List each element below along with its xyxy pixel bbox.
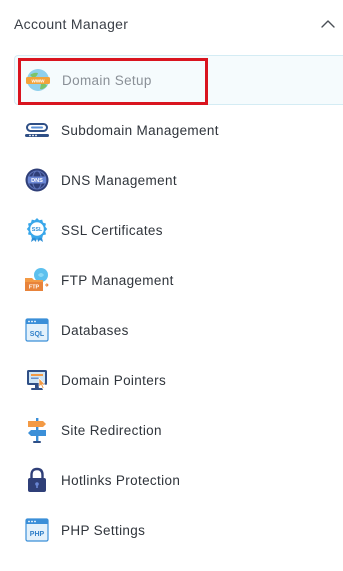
menu-item-label: SSL Certificates (61, 222, 163, 238)
menu-item-site-redirection[interactable]: Site Redirection (14, 405, 343, 455)
padlock-icon (28, 467, 46, 492)
subdomain-link-icon (25, 123, 49, 137)
menu-item-ssl-certificates[interactable]: SSL SSL Certificates (14, 205, 343, 255)
menu-item-php-settings[interactable]: PHP PHP Settings (14, 505, 343, 555)
svg-text:SQL: SQL (30, 331, 45, 338)
menu-item-domain-pointers[interactable]: Domain Pointers (14, 355, 343, 405)
svg-text:FTP: FTP (29, 285, 40, 291)
dns-globe-icon: DNS (25, 168, 49, 192)
svg-text:PHP: PHP (30, 531, 45, 538)
account-manager-menu: www Domain Setup Subdomain Management DN… (14, 55, 343, 555)
svg-text:www: www (30, 79, 45, 85)
menu-item-label: Subdomain Management (61, 122, 219, 138)
menu-item-domain-setup[interactable]: www Domain Setup (14, 55, 343, 105)
chevron-up-icon[interactable] (319, 15, 337, 33)
ftp-folder-icon: FTP (25, 268, 49, 291)
sql-database-icon: SQL (25, 318, 49, 342)
menu-item-ftp-management[interactable]: FTP FTP Management (14, 255, 343, 305)
menu-item-label: Hotlinks Protection (61, 472, 181, 488)
account-manager-panel: Account Manager www Domain Setup Subdoma… (0, 0, 343, 571)
menu-item-databases[interactable]: SQL Databases (14, 305, 343, 355)
php-file-icon: PHP (25, 518, 49, 542)
menu-item-label: Domain Setup (62, 72, 152, 88)
menu-item-label: Site Redirection (61, 422, 162, 438)
account-manager-header[interactable]: Account Manager (14, 0, 339, 48)
globe-www-icon: www (26, 69, 50, 91)
menu-item-label: Databases (61, 322, 129, 338)
menu-item-hotlinks-protection[interactable]: Hotlinks Protection (14, 455, 343, 505)
svg-text:DNS: DNS (31, 178, 43, 184)
monitor-pointer-icon (27, 370, 47, 390)
svg-text:SSL: SSL (32, 227, 43, 233)
menu-item-label: FTP Management (61, 272, 174, 288)
menu-item-label: DNS Management (61, 172, 177, 188)
menu-item-label: PHP Settings (61, 522, 146, 538)
menu-item-subdomain-management[interactable]: Subdomain Management (14, 105, 343, 155)
menu-item-label: Domain Pointers (61, 372, 167, 388)
panel-title: Account Manager (14, 16, 129, 32)
ssl-badge-icon: SSL (26, 218, 48, 242)
signpost-icon (28, 418, 46, 443)
menu-item-dns-management[interactable]: DNS DNS Management (14, 155, 343, 205)
